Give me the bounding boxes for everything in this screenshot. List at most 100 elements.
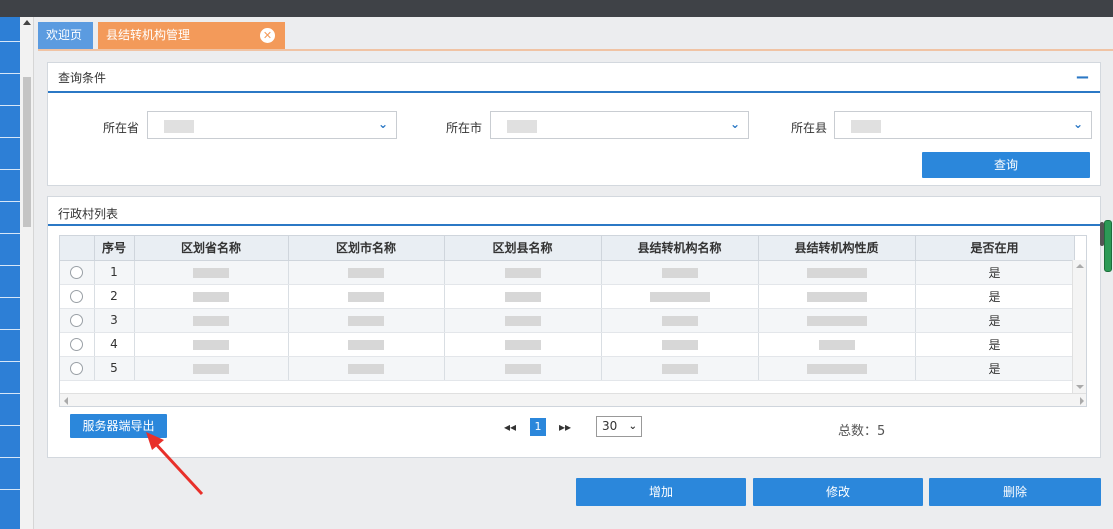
total-count: 总数：5 <box>838 424 886 439</box>
redacted-value <box>507 120 537 133</box>
chevron-down-icon: ⌄ <box>628 421 637 432</box>
tab-county-label: 县结转机构管理 <box>106 28 191 42</box>
redacted-value <box>851 120 881 133</box>
city-select[interactable]: ⌄ <box>490 111 749 139</box>
redacted-cell <box>661 363 698 374</box>
row-radio[interactable] <box>70 266 84 279</box>
table-row[interactable]: 1 是 <box>60 260 1075 285</box>
row-in-use: 是 <box>915 356 1075 381</box>
delete-button[interactable]: 删除 <box>929 478 1101 506</box>
column-header[interactable]: 序号 <box>94 236 135 261</box>
row-index: 4 <box>94 332 135 357</box>
scroll-up-icon[interactable] <box>23 20 31 25</box>
query-panel: 查询条件 − 所在省 ⌄ 所在市 ⌄ 所在县 ⌄ 查询 <box>47 62 1101 186</box>
redacted-value <box>164 120 194 133</box>
page-scroll-indicator[interactable] <box>1104 220 1112 272</box>
column-header[interactable]: 县结转机构性质 <box>758 236 916 261</box>
village-list-panel: 行政村列表 序号 区划省名称 区划市名称 区划县名称 县结转机构名称 县结转机构… <box>47 196 1101 458</box>
add-button[interactable]: 增加 <box>576 478 746 506</box>
row-radio[interactable] <box>70 338 84 351</box>
scroll-thumb[interactable] <box>23 77 31 227</box>
redacted-cell <box>348 363 384 374</box>
edit-button[interactable]: 修改 <box>753 478 923 506</box>
column-header[interactable]: 区划省名称 <box>134 236 289 261</box>
redacted-cell <box>193 291 229 302</box>
collapse-icon[interactable]: − <box>1075 67 1090 88</box>
redacted-cell <box>193 339 229 350</box>
row-in-use: 是 <box>915 332 1075 357</box>
column-header[interactable]: 区划县名称 <box>444 236 602 261</box>
chevron-down-icon: ⌄ <box>377 117 388 131</box>
table-row[interactable]: 2 是 <box>60 284 1075 309</box>
left-scrollbar[interactable] <box>20 17 34 529</box>
close-icon[interactable]: ✕ <box>260 28 275 43</box>
county-label: 所在县 <box>791 121 828 135</box>
redacted-cell <box>504 267 541 278</box>
scroll-right-icon[interactable] <box>1080 397 1084 405</box>
row-in-use: 是 <box>915 308 1075 333</box>
scroll-down-icon[interactable] <box>1076 385 1084 389</box>
top-bar <box>0 0 1113 17</box>
divider <box>48 91 1100 93</box>
redacted-cell <box>806 267 867 278</box>
table-row[interactable]: 3 是 <box>60 308 1075 333</box>
row-index: 2 <box>94 284 135 309</box>
redacted-cell <box>806 363 867 374</box>
column-header[interactable]: 区划市名称 <box>288 236 445 261</box>
redacted-cell <box>504 315 541 326</box>
redacted-cell <box>504 363 541 374</box>
left-nav-strip[interactable] <box>0 17 20 529</box>
query-button[interactable]: 查询 <box>922 152 1090 178</box>
row-in-use: 是 <box>915 260 1075 285</box>
row-index: 1 <box>94 260 135 285</box>
redacted-cell <box>649 291 710 302</box>
current-page[interactable]: 1 <box>530 418 546 436</box>
redacted-cell <box>661 339 698 350</box>
row-radio[interactable] <box>70 362 84 375</box>
redacted-cell <box>818 339 855 350</box>
tab-underline <box>38 49 1113 51</box>
redacted-cell <box>504 339 541 350</box>
divider <box>48 224 1100 226</box>
row-radio[interactable] <box>70 314 84 327</box>
tab-welcome[interactable]: 欢迎页 <box>38 22 93 49</box>
redacted-cell <box>806 315 867 326</box>
redacted-cell <box>193 363 229 374</box>
chevron-down-icon: ⌄ <box>1072 117 1083 131</box>
tab-county-carryover[interactable]: 县结转机构管理 ✕ <box>98 22 285 49</box>
last-page-icon[interactable]: ▸▸ <box>559 420 571 434</box>
redacted-cell <box>348 291 384 302</box>
redacted-cell <box>348 315 384 326</box>
column-header[interactable]: 县结转机构名称 <box>601 236 759 261</box>
county-select[interactable]: ⌄ <box>834 111 1092 139</box>
data-grid: 序号 区划省名称 区划市名称 区划县名称 县结转机构名称 县结转机构性质 是否在… <box>59 235 1087 407</box>
page-size-value: 30 <box>602 419 618 433</box>
row-radio[interactable] <box>70 290 84 303</box>
redacted-cell <box>661 315 698 326</box>
table-row[interactable]: 5 是 <box>60 356 1075 381</box>
redacted-cell <box>193 267 229 278</box>
grid-vertical-scrollbar[interactable] <box>1072 260 1086 395</box>
chevron-down-icon: ⌄ <box>729 117 740 131</box>
column-header[interactable]: 是否在用 <box>915 236 1075 261</box>
redacted-cell <box>193 315 229 326</box>
table-header-row: 序号 区划省名称 区划市名称 区划县名称 县结转机构名称 县结转机构性质 是否在… <box>60 236 1075 261</box>
redacted-cell <box>504 291 541 302</box>
list-panel-title: 行政村列表 <box>58 207 119 221</box>
query-panel-title: 查询条件 <box>58 71 107 85</box>
scroll-left-icon[interactable] <box>64 397 68 405</box>
grid-horizontal-scrollbar[interactable] <box>60 393 1086 406</box>
redacted-cell <box>806 291 867 302</box>
annotation-arrow-icon <box>146 432 204 496</box>
table-row[interactable]: 4 是 <box>60 332 1075 357</box>
first-page-icon[interactable]: ◂◂ <box>504 420 516 434</box>
city-label: 所在市 <box>446 121 483 135</box>
province-select[interactable]: ⌄ <box>147 111 397 139</box>
province-label: 所在省 <box>103 121 140 135</box>
page-size-select[interactable]: 30 ⌄ <box>596 416 642 437</box>
redacted-cell <box>348 267 384 278</box>
row-in-use: 是 <box>915 284 1075 309</box>
row-index: 5 <box>94 356 135 381</box>
scroll-up-icon[interactable] <box>1076 264 1084 268</box>
redacted-cell <box>661 267 698 278</box>
